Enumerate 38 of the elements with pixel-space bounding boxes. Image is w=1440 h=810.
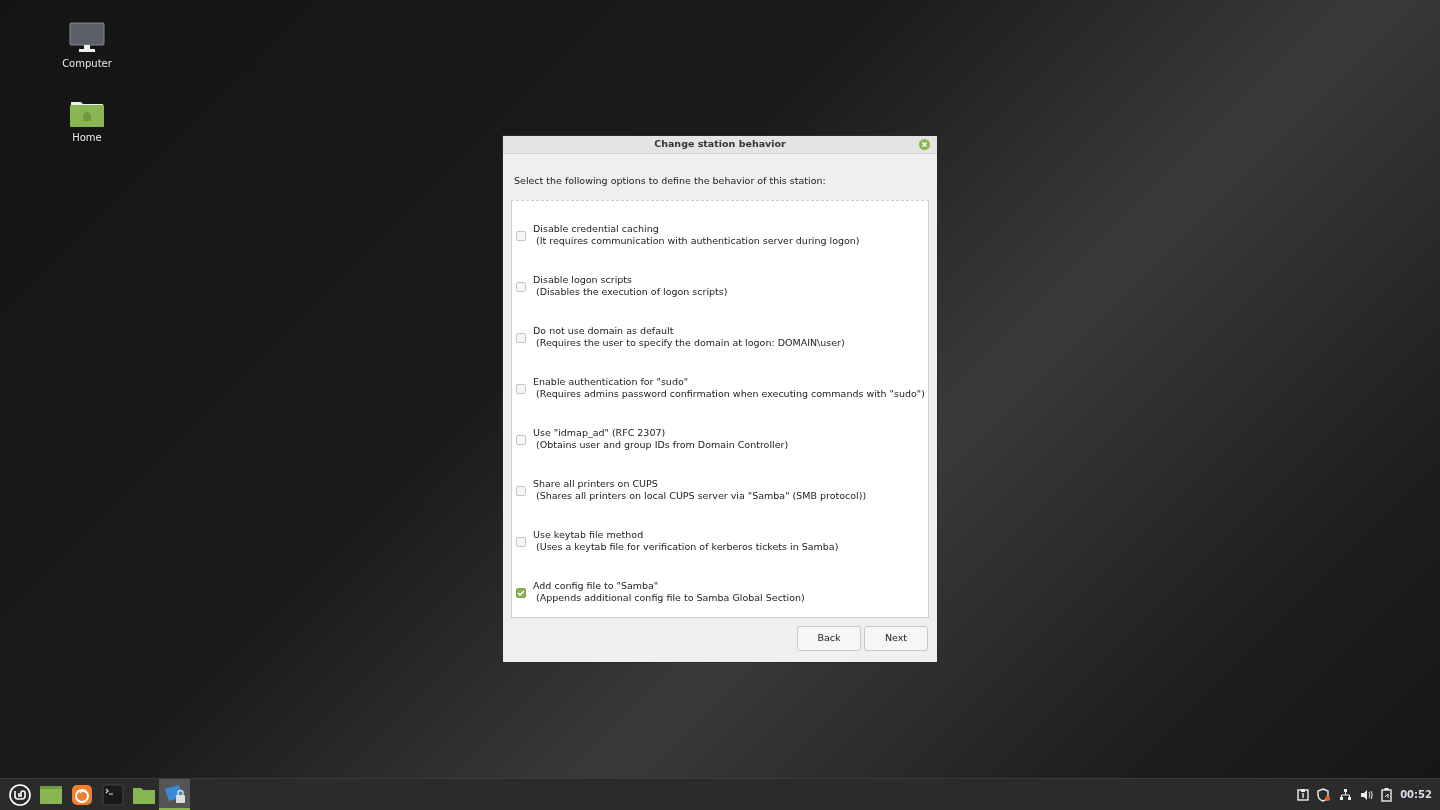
option-description: (Requires admins password confirmation when executing commands with "sudo") [535,388,925,400]
checkbox[interactable] [516,588,526,598]
desktop-icon-label[interactable]: Computer [62,56,112,71]
checkbox[interactable] [516,435,526,445]
desktop-icon-label[interactable]: Home [72,130,102,145]
checkbox[interactable] [516,333,526,343]
option-description: (Disables the execution of logon scripts) [535,286,728,298]
checkbox[interactable] [516,384,526,394]
option-description: (Appends additional config file to Samba Global Section) [535,592,805,604]
option-description: (Obtains user and group IDs from Domain Controller) [535,439,789,451]
option-label[interactable]: Use "idmap_ad" (RFC 2307) [533,427,789,439]
option-label[interactable]: Disable logon scripts [533,274,728,286]
checkbox[interactable] [516,486,526,496]
option-label[interactable]: Enable authentication for "sudo" [533,376,925,388]
checkbox[interactable] [516,231,526,241]
option-label[interactable]: Add config file to "Samba" [533,580,805,592]
back-button[interactable]: Back [797,626,861,651]
shield-icon[interactable] [1317,787,1332,802]
window-title: Change station behavior [654,137,786,152]
option-description: (Requires the user to specify the domain at logon: DOMAIN\user) [535,337,845,349]
checkbox[interactable] [516,537,526,547]
network-icon[interactable] [1339,788,1353,801]
option-description: (It requires communication with authentication server during logon) [535,235,860,247]
next-button[interactable]: Next [864,626,928,651]
option-label[interactable]: Disable credential caching [533,223,860,235]
clock[interactable]: 00:52 [1400,787,1432,802]
locked-folder-icon[interactable] [159,779,190,810]
option-description: (Uses a keytab file for verification of kerberos tickets in Samba) [535,541,839,553]
computer-icon[interactable] [69,22,105,54]
option-description: (Shares all printers on local CUPS server via "Samba" (SMB protocol)) [535,490,867,502]
option-label[interactable]: Use keytab file method [533,529,839,541]
checkbox[interactable] [516,282,526,292]
option-label[interactable]: Do not use domain as default [533,325,845,337]
clipboard-icon[interactable] [1297,788,1310,801]
volume-icon[interactable] [1360,788,1374,801]
option-label[interactable]: Share all printers on CUPS [533,478,867,490]
battery-icon[interactable] [1381,787,1393,802]
instruction-text: Select the following options to define the behavior of this station: [514,175,826,186]
